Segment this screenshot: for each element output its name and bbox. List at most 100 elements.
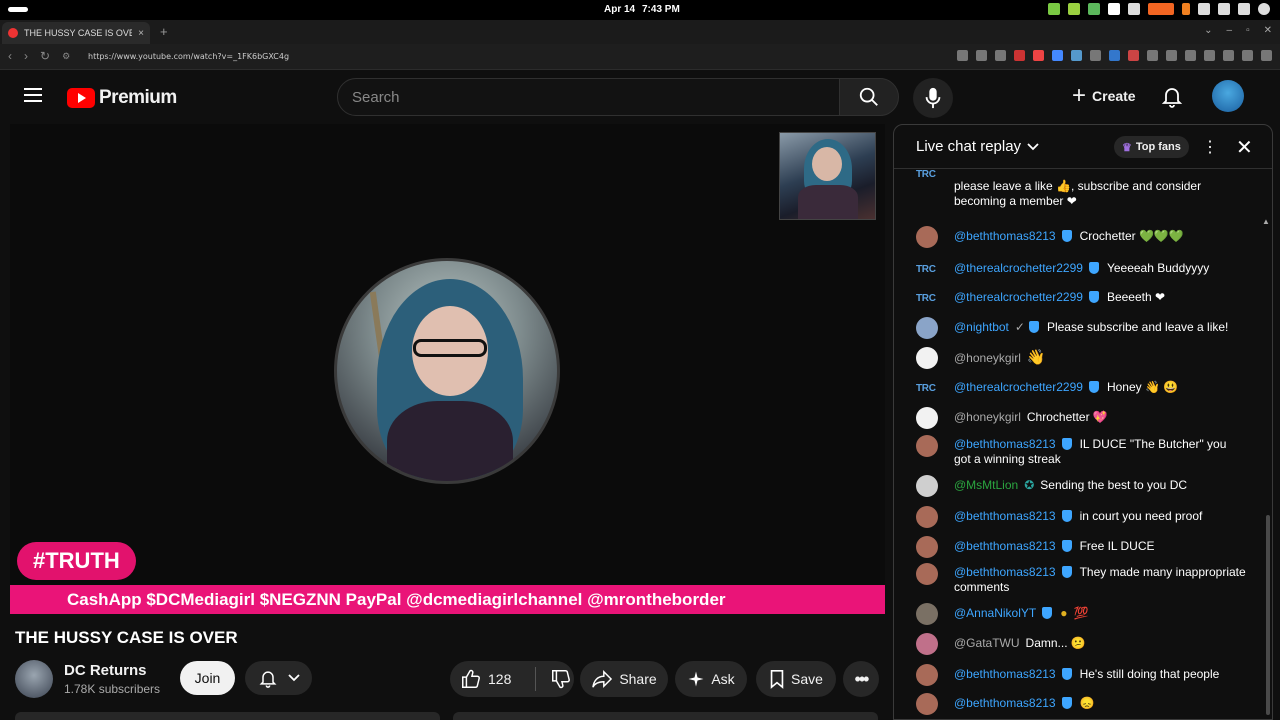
chat-avatar[interactable] (916, 633, 938, 655)
chat-avatar[interactable] (916, 563, 938, 585)
chat-avatar[interactable] (916, 347, 938, 369)
forward-icon[interactable]: › (24, 49, 28, 63)
os-date[interactable]: Apr 14 (604, 4, 635, 15)
chat-author[interactable]: @beththomas8213 (954, 667, 1056, 681)
extension-icon[interactable] (1147, 50, 1158, 61)
chat-avatar[interactable] (916, 664, 938, 686)
like-count[interactable]: 128 (488, 671, 511, 687)
search-button[interactable] (839, 78, 899, 116)
chat-more-icon[interactable]: ⋮ (1202, 137, 1218, 157)
chat-avatar[interactable] (916, 506, 938, 528)
thumbs-up-icon[interactable] (460, 668, 482, 690)
chat-author[interactable]: @AnnaNikolYT (954, 606, 1036, 620)
extension-icon[interactable] (1052, 50, 1063, 61)
extension-icon[interactable] (1090, 50, 1101, 61)
extension-icon[interactable] (1223, 50, 1234, 61)
member-star-icon: ✪ (1024, 478, 1035, 492)
os-time[interactable]: 7:43 PM (642, 4, 680, 15)
join-button[interactable]: Join (180, 661, 235, 695)
more-actions-button[interactable]: ••• (843, 661, 879, 697)
tray-network-icon[interactable] (1198, 3, 1210, 15)
menu-icon[interactable] (1261, 50, 1272, 61)
tray-app-icon[interactable] (1048, 3, 1060, 15)
extension-icon[interactable] (1109, 50, 1120, 61)
nightbot-avatar[interactable] (916, 317, 938, 339)
voice-search-button[interactable] (913, 78, 953, 118)
extension-icon[interactable] (1166, 50, 1177, 61)
tray-cloud-icon[interactable] (1108, 3, 1120, 15)
top-fans-button[interactable]: ♛ Top fans (1114, 136, 1189, 158)
tray-power-icon[interactable] (1258, 3, 1270, 15)
menu-icon[interactable] (24, 88, 42, 102)
extension-icon[interactable] (957, 50, 968, 61)
chat-author[interactable]: @MsMtLion (954, 478, 1018, 492)
close-window-button[interactable]: ✕ (1264, 25, 1272, 36)
chat-author[interactable]: @therealcrochetter2299 (954, 380, 1083, 394)
url-field[interactable]: https://www.youtube.com/watch?v=_1FK6bGX… (88, 52, 289, 61)
subscription-bell-button[interactable] (245, 661, 312, 695)
tray-volume-icon[interactable] (1238, 3, 1250, 15)
chat-avatar[interactable] (916, 475, 938, 497)
save-button[interactable]: Save (756, 661, 836, 697)
os-activities-indicator[interactable] (8, 7, 28, 12)
tray-screen-record-icon[interactable] (1148, 3, 1174, 15)
extension-icon[interactable] (1071, 50, 1082, 61)
share-button[interactable]: Share (580, 661, 668, 697)
scroll-up-icon[interactable]: ▲ (1262, 217, 1270, 226)
chat-author[interactable]: @beththomas8213 (954, 565, 1056, 579)
site-info-icon[interactable]: ⚙ (62, 51, 70, 63)
tab-close-icon[interactable]: × (138, 28, 144, 39)
chat-author[interactable]: @beththomas8213 (954, 437, 1056, 451)
close-chat-icon[interactable]: ✕ (1236, 135, 1253, 160)
extension-icon[interactable] (1128, 50, 1139, 61)
sidebar-icon[interactable] (1204, 50, 1215, 61)
extension-icon[interactable] (1242, 50, 1253, 61)
chat-author[interactable]: @beththomas8213 (954, 229, 1056, 243)
extension-icon[interactable] (995, 50, 1006, 61)
tray-mic-icon[interactable] (1182, 3, 1190, 15)
tray-settings-icon[interactable] (1128, 3, 1140, 15)
notifications-bell-icon[interactable] (1160, 84, 1184, 108)
chat-author[interactable]: @honeykgirl (954, 410, 1021, 424)
chat-avatar[interactable] (916, 226, 938, 248)
extension-icon[interactable] (1014, 50, 1025, 61)
member-badge-icon (1061, 697, 1072, 709)
video-player[interactable]: #TRUTH CashApp $DCMediagirl $NEGZNN PayP… (10, 124, 885, 614)
reload-icon[interactable]: ↻ (40, 49, 50, 63)
chat-avatar[interactable] (916, 435, 938, 457)
channel-name[interactable]: DC Returns (64, 662, 147, 679)
create-button[interactable]: + Create (1062, 80, 1146, 112)
media-icon[interactable] (1185, 50, 1196, 61)
chat-author[interactable]: @honeykgirl (954, 351, 1021, 365)
back-icon[interactable]: ‹ (8, 49, 12, 63)
chat-avatar[interactable] (916, 603, 938, 625)
chat-avatar[interactable] (916, 407, 938, 429)
browser-tab[interactable]: THE HUSSY CASE IS OVER × (2, 22, 150, 44)
chat-avatar[interactable] (916, 536, 938, 558)
tray-wifi-icon[interactable] (1218, 3, 1230, 15)
tray-app-icon[interactable] (1068, 3, 1080, 15)
youtube-logo[interactable]: Premium (67, 87, 177, 109)
account-avatar[interactable] (1212, 80, 1244, 112)
new-tab-button[interactable]: + (160, 24, 168, 39)
chat-author[interactable]: @beththomas8213 (954, 509, 1056, 523)
tray-app-icon[interactable] (1088, 3, 1100, 15)
chat-mode-dropdown[interactable]: Live chat replay (916, 138, 1039, 155)
chat-author[interactable]: @therealcrochetter2299 (954, 290, 1083, 304)
ask-button[interactable]: Ask (675, 661, 747, 697)
search-input[interactable] (352, 88, 839, 106)
thumbs-down-icon[interactable] (550, 668, 572, 690)
chat-author[interactable]: @therealcrochetter2299 (954, 261, 1083, 275)
chat-author[interactable]: @beththomas8213 (954, 539, 1056, 553)
tab-list-chevron-icon[interactable]: ⌄ (1204, 25, 1212, 36)
maximize-button[interactable]: ▫ (1246, 25, 1250, 36)
chat-avatar[interactable] (916, 693, 938, 715)
extension-icon[interactable] (1033, 50, 1044, 61)
chat-author[interactable]: @beththomas8213 (954, 696, 1056, 710)
chat-author[interactable]: @GataTWU (954, 636, 1020, 650)
chat-scrollbar[interactable] (1266, 515, 1270, 715)
minimize-button[interactable]: – (1227, 25, 1233, 36)
channel-avatar[interactable] (15, 660, 53, 698)
zoom-icon[interactable] (976, 50, 987, 61)
chat-author[interactable]: @nightbot (954, 320, 1009, 334)
